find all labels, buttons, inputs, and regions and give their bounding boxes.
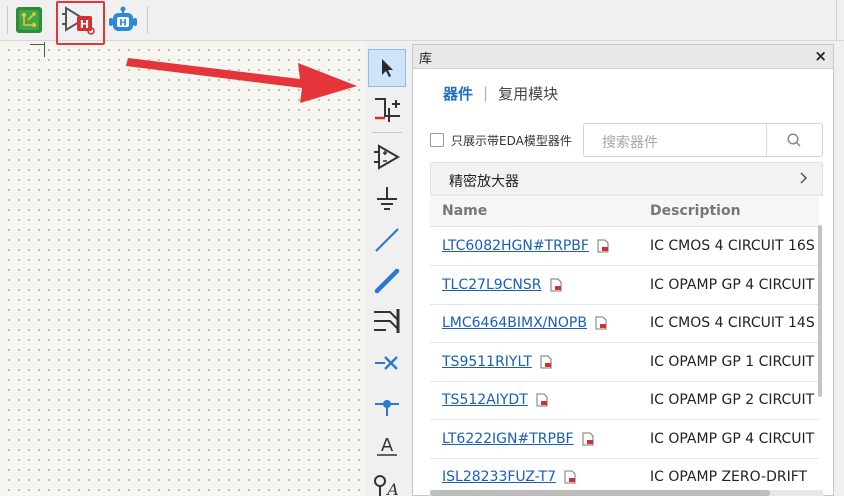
- datasheet-icon[interactable]: [540, 355, 552, 369]
- toolbar-divider: [147, 6, 148, 34]
- component-name[interactable]: LTC6082HGN#TRPBF: [442, 238, 589, 254]
- table-row[interactable]: TS512AIYDT IC OPAMP GP 2 CIRCUIT: [430, 382, 819, 420]
- component-name[interactable]: TS9511RIYLT: [442, 354, 532, 370]
- component-name[interactable]: TLC27L9CNSR: [442, 277, 542, 293]
- datasheet-icon[interactable]: [582, 432, 594, 446]
- table-row[interactable]: TLC27L9CNSR IC OPAMP GP 4 CIRCUIT: [430, 266, 819, 305]
- component-name-link[interactable]: LT6222IGN#TRPBF: [442, 431, 594, 447]
- annotation-highlight-box: [56, 1, 105, 45]
- library-panel: 库 × 器件 | 复用模块 只展示带EDA模型器件 搜索器件 精密放大器 Nam…: [412, 44, 834, 496]
- component-name-link[interactable]: ISL28233FUZ-T7: [442, 469, 576, 485]
- wire-tool-button[interactable]: [368, 221, 406, 259]
- select-icon: [382, 59, 393, 77]
- junction-tool-button[interactable]: [368, 385, 406, 423]
- eda-filter-checkbox[interactable]: [430, 133, 444, 147]
- panel-title: 库: [419, 52, 433, 67]
- opamp-symbol-icon: [374, 144, 400, 170]
- component-name-link[interactable]: TLC27L9CNSR: [442, 277, 562, 293]
- table-row[interactable]: LMC6464BIMX/NOPB IC CMOS 4 CIRCUIT 14S: [430, 305, 819, 343]
- tab-reuse-modules[interactable]: 复用模块: [498, 83, 558, 104]
- search-placeholder: 搜索器件: [602, 135, 658, 151]
- select-tool-button[interactable]: [368, 49, 406, 87]
- robot-assistant-button[interactable]: H: [106, 3, 140, 37]
- bus-icon: [374, 268, 400, 294]
- tab-separator: |: [483, 84, 489, 102]
- no-connect-icon: [375, 356, 398, 370]
- bus-wire-icon: [375, 98, 400, 122]
- bus-wire-tool-button[interactable]: [368, 90, 406, 128]
- datasheet-icon[interactable]: [550, 278, 562, 292]
- ground-tool-button[interactable]: [368, 181, 406, 219]
- component-name-link[interactable]: TS9511RIYLT: [442, 354, 552, 370]
- component-description: IC OPAMP GP 1 CIRCUIT: [650, 353, 815, 370]
- component-name[interactable]: LT6222IGN#TRPBF: [442, 431, 574, 447]
- category-selector[interactable]: 精密放大器: [430, 162, 823, 196]
- datasheet-icon[interactable]: [597, 239, 609, 253]
- top-toolbar: H H: [0, 0, 844, 41]
- component-name[interactable]: LMC6464BIMX/NOPB: [442, 315, 587, 331]
- wire-icon: [375, 228, 399, 252]
- horizontal-scrollbar-thumb[interactable]: [430, 490, 770, 496]
- column-header-description: Description: [650, 203, 741, 219]
- datasheet-icon[interactable]: [536, 393, 548, 407]
- pcb-board-icon: [16, 7, 42, 33]
- eda-filter-label: 只展示带EDA模型器件: [451, 134, 572, 148]
- pcb-board-button[interactable]: [12, 3, 46, 37]
- category-label: 精密放大器: [449, 174, 519, 190]
- component-name-link[interactable]: TS512AIYDT: [442, 392, 548, 408]
- datasheet-icon[interactable]: [564, 470, 576, 484]
- search-input[interactable]: 搜索器件: [583, 123, 823, 157]
- close-icon[interactable]: ×: [814, 47, 827, 65]
- datasheet-icon[interactable]: [595, 316, 607, 330]
- tab-components[interactable]: 器件: [443, 83, 473, 104]
- panel-title-bar: 库 ×: [413, 45, 833, 69]
- robot-assistant-icon: H: [109, 6, 137, 31]
- table-row[interactable]: LTC6082HGN#TRPBF IC CMOS 4 CIRCUIT 16S: [430, 228, 819, 266]
- tool-divider: [372, 132, 402, 133]
- table-row[interactable]: LT6222IGN#TRPBF IC OPAMP GP 4 CIRCUIT: [430, 420, 819, 459]
- component-description: IC OPAMP GP 4 CIRCUIT: [650, 276, 815, 293]
- search-divider: [766, 124, 767, 156]
- svg-text:A: A: [381, 435, 394, 456]
- table-header: Name Description: [430, 197, 819, 227]
- svg-text:H: H: [119, 19, 127, 29]
- chevron-right-icon: [800, 172, 808, 184]
- component-name-link[interactable]: LMC6464BIMX/NOPB: [442, 315, 607, 331]
- bus-entry-icon: [374, 309, 400, 333]
- text-tool-button[interactable]: A: [368, 426, 406, 464]
- component-name[interactable]: TS512AIYDT: [442, 392, 528, 408]
- bus-entry-tool-button[interactable]: [368, 302, 406, 340]
- component-description: IC OPAMP GP 4 CIRCUIT: [650, 430, 815, 447]
- crosshair-cursor: [30, 44, 45, 45]
- table-row[interactable]: TS9511RIYLT IC OPAMP GP 1 CIRCUIT: [430, 343, 819, 382]
- ground-icon: [377, 187, 397, 210]
- component-table: Name Description LTC6082HGN#TRPBF IC CMOS…: [430, 197, 819, 496]
- net-label-tool-button[interactable]: A: [368, 466, 406, 496]
- component-description: IC OPAMP ZERO-DRIFT: [650, 469, 808, 485]
- search-icon[interactable]: [786, 132, 802, 148]
- column-header-name: Name: [442, 203, 488, 219]
- opamp-symbol-tool-button[interactable]: [368, 138, 406, 176]
- net-label-icon: A: [374, 475, 399, 496]
- component-name-link[interactable]: LTC6082HGN#TRPBF: [442, 238, 609, 254]
- library-tabs: 器件 | 复用模块: [443, 82, 558, 104]
- component-description: IC CMOS 4 CIRCUIT 16S: [650, 238, 815, 254]
- toolbar-edge: [836, 0, 837, 41]
- text-icon: A: [377, 435, 397, 456]
- component-description: IC CMOS 4 CIRCUIT 14S: [650, 315, 815, 331]
- vertical-scrollbar[interactable]: [818, 225, 822, 397]
- drawing-toolbar: A A: [366, 44, 408, 496]
- schematic-canvas[interactable]: [0, 42, 365, 496]
- toolbar-divider: [7, 6, 8, 34]
- no-connect-tool-button[interactable]: [368, 344, 406, 382]
- junction-icon: [375, 400, 399, 416]
- horizontal-scrollbar[interactable]: [430, 490, 823, 496]
- component-description: IC OPAMP GP 2 CIRCUIT: [650, 392, 815, 408]
- bus-tool-button[interactable]: [368, 262, 406, 300]
- svg-text:A: A: [385, 480, 399, 496]
- component-name[interactable]: ISL28233FUZ-T7: [442, 469, 556, 485]
